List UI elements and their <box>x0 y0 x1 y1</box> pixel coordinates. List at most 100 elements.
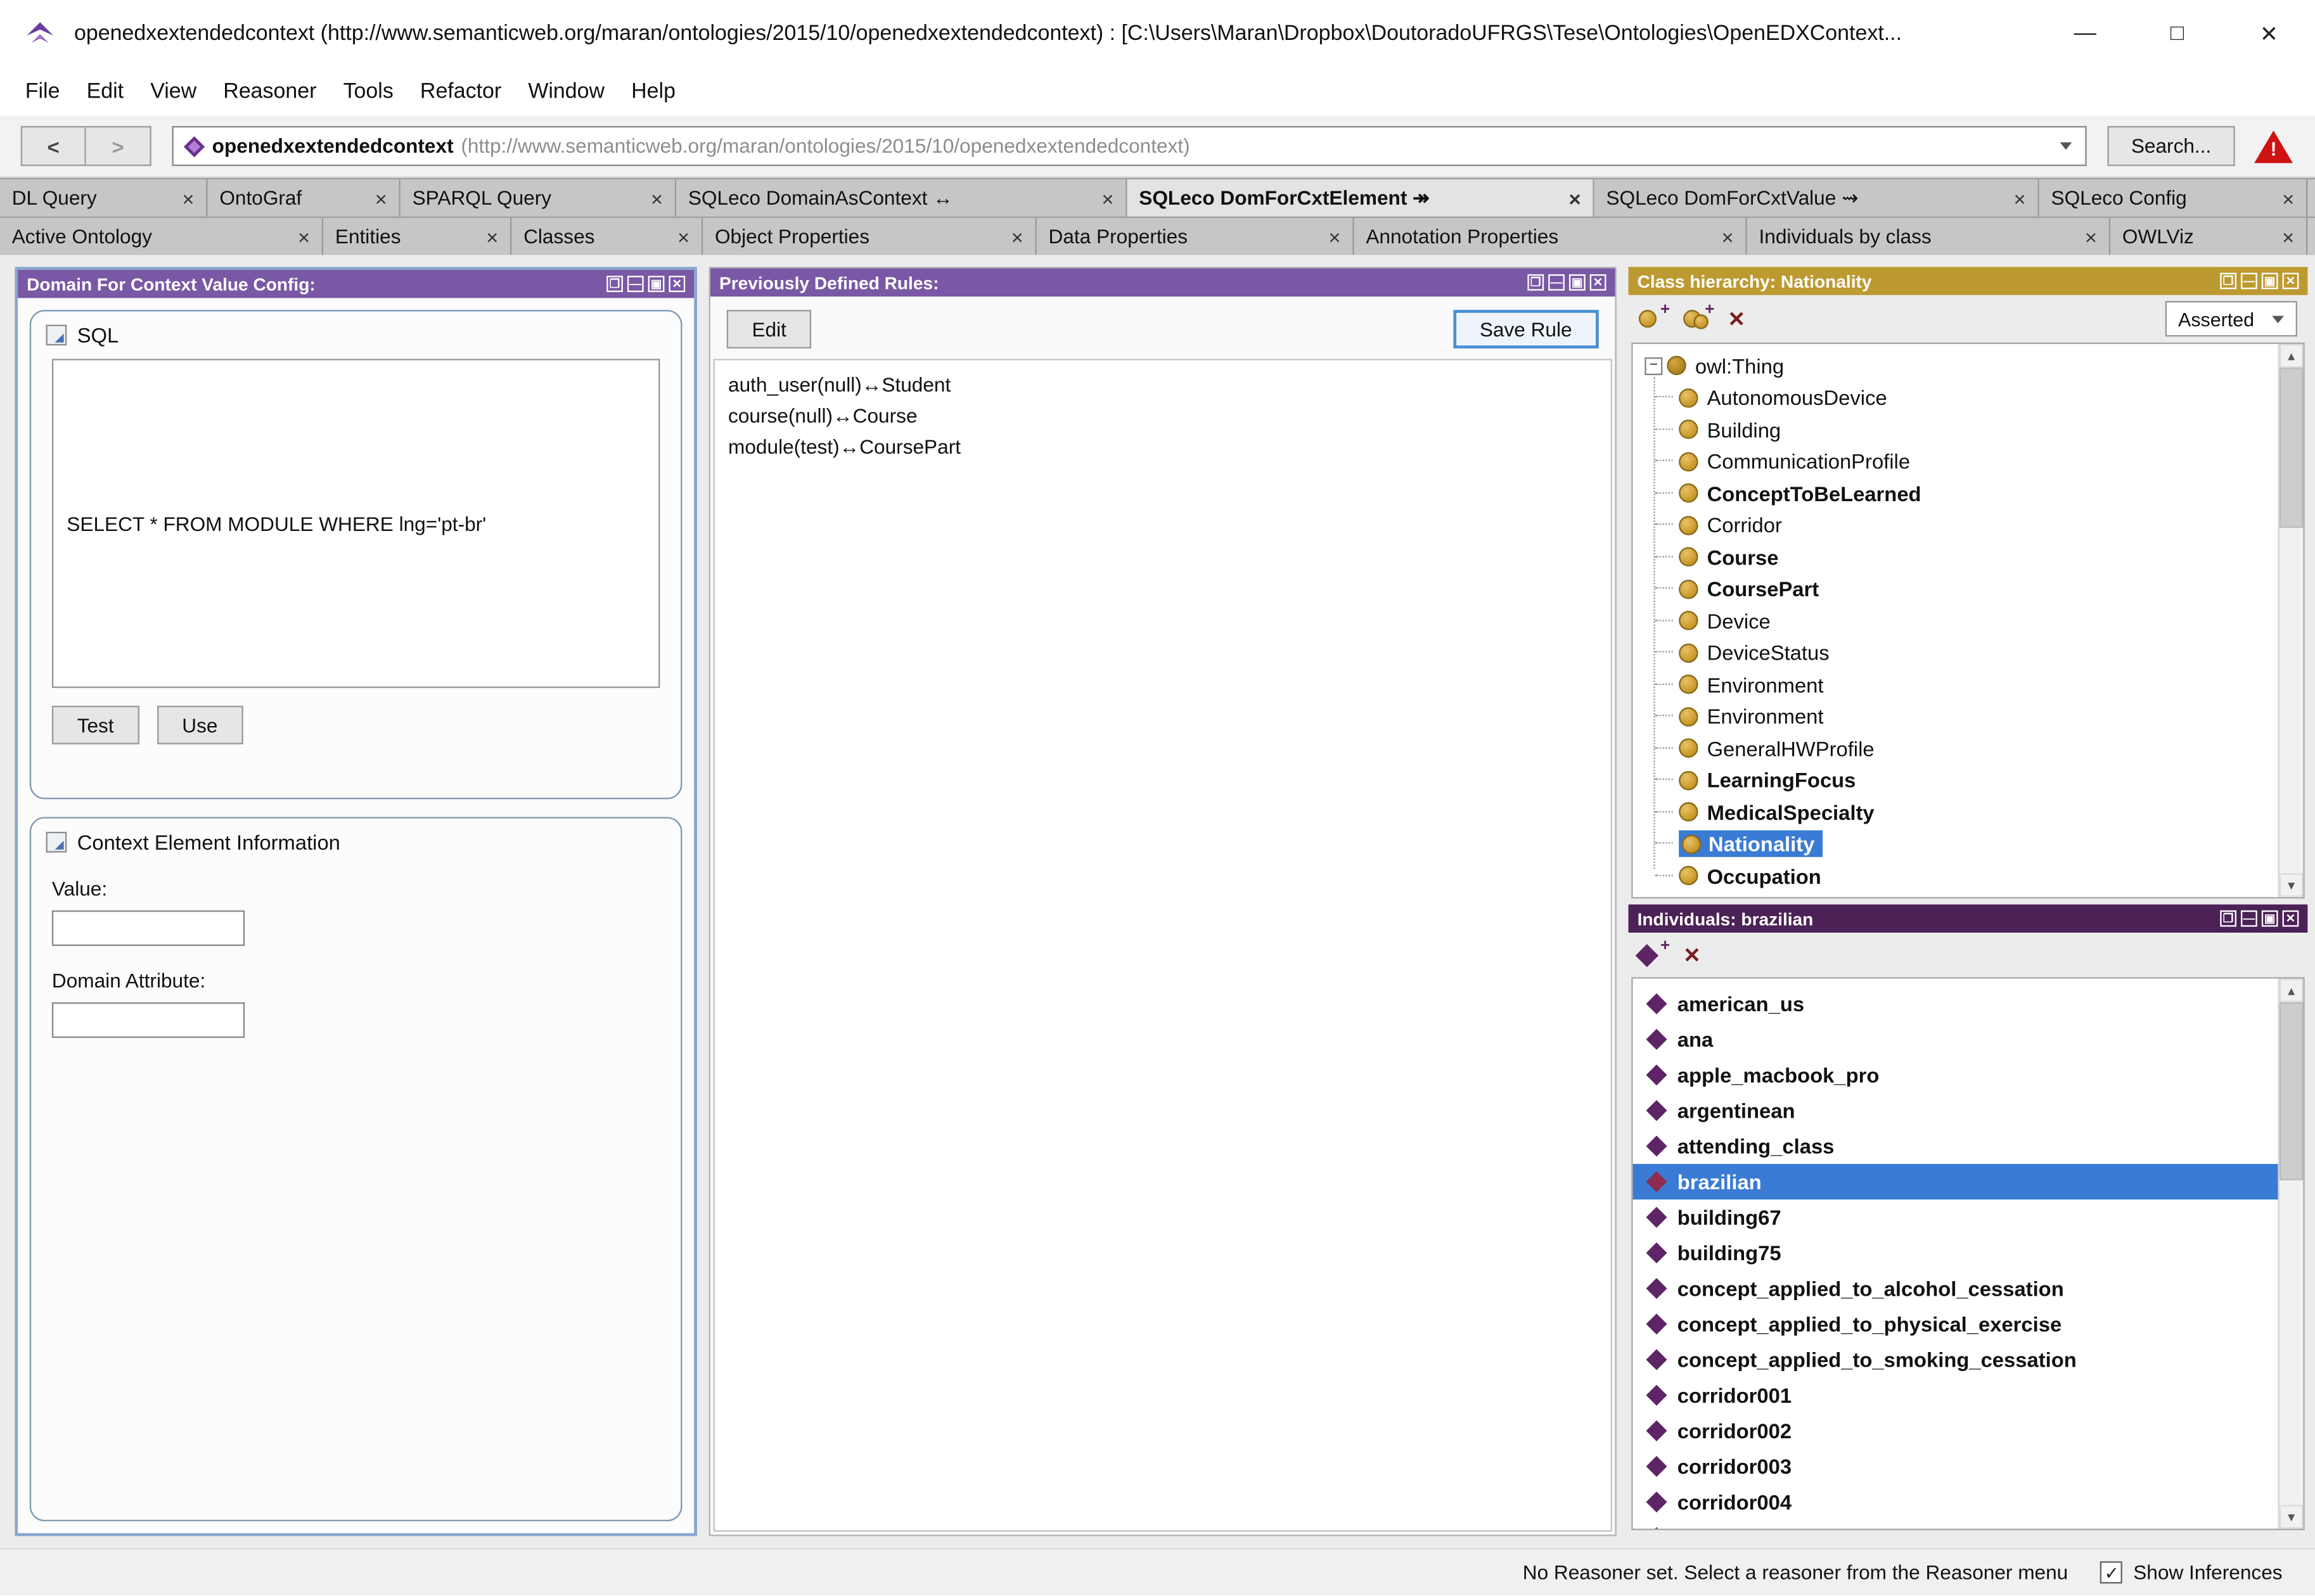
scroll-thumb[interactable] <box>2280 1002 2303 1180</box>
tree-row[interactable]: Building <box>1633 414 2278 445</box>
forward-button[interactable]: > <box>86 126 151 166</box>
tab-sqleco-config[interactable]: SQLeco Config× <box>2039 179 2308 217</box>
menu-view[interactable]: View <box>137 73 210 109</box>
close-view-icon[interactable]: ✕ <box>2283 910 2299 927</box>
tree-row[interactable]: Device <box>1633 605 2278 637</box>
tab-data-properties[interactable]: Data Properties× <box>1037 218 1354 255</box>
tab-entities[interactable]: Entities× <box>323 218 511 255</box>
maximize-view-icon[interactable]: ▣ <box>648 276 665 292</box>
tree-row[interactable]: DeviceStatus <box>1633 637 2278 668</box>
menu-reasoner[interactable]: Reasoner <box>210 73 330 109</box>
tab-sparql-query[interactable]: SPARQL Query× <box>401 179 676 217</box>
collapse-icon[interactable]: − <box>1645 357 1662 374</box>
individual-row-selected[interactable]: brazilian <box>1633 1164 2278 1199</box>
menu-refactor[interactable]: Refactor <box>407 73 515 109</box>
individual-row[interactable]: corridor001 <box>1633 1377 2278 1413</box>
tab-close-icon[interactable]: × <box>1101 186 1113 210</box>
scroll-down-icon[interactable]: ▼ <box>2280 1505 2303 1528</box>
split-view-icon[interactable]: — <box>2241 910 2257 927</box>
tree-row[interactable]: CommunicationProfile <box>1633 445 2278 477</box>
tree-row[interactable]: AutonomousDevice <box>1633 382 2278 414</box>
edit-button[interactable]: Edit <box>727 310 812 348</box>
tree-row[interactable]: Environment <box>1633 701 2278 732</box>
close-view-icon[interactable]: ✕ <box>2283 273 2299 290</box>
tab-sqleco-domforcxtvalue[interactable]: SQLeco DomForCxtValue ⇝× <box>1594 179 2039 217</box>
rule-item[interactable]: auth_user(null)↔Student <box>728 369 1597 400</box>
float-view-icon[interactable]: ❐ <box>2220 910 2236 927</box>
close-view-icon[interactable]: ✕ <box>669 276 685 292</box>
tab-close-icon[interactable]: × <box>1722 225 1734 248</box>
delete-individual-icon[interactable]: ✕ <box>1683 942 1700 967</box>
save-rule-button[interactable]: Save Rule <box>1453 310 1599 348</box>
asserted-dropdown[interactable]: Asserted <box>2165 301 2297 336</box>
use-button[interactable]: Use <box>157 706 243 744</box>
tab-close-icon[interactable]: × <box>298 225 310 248</box>
tab-close-icon[interactable]: × <box>375 186 387 210</box>
individual-row[interactable]: ana <box>1633 1021 2278 1057</box>
tree-row[interactable]: Occupation <box>1633 860 2278 891</box>
ontology-address-combo[interactable]: openedxextendedcontext (http://www.seman… <box>172 126 2086 166</box>
show-inferences-checkbox[interactable]: ✓ <box>2101 1561 2123 1583</box>
split-view-icon[interactable]: — <box>627 276 644 292</box>
value-input[interactable] <box>52 910 245 946</box>
scroll-thumb[interactable] <box>2280 367 2303 528</box>
test-button[interactable]: Test <box>52 706 139 744</box>
sql-query-textarea[interactable]: SELECT * FROM MODULE WHERE lng='pt-br' <box>52 359 660 688</box>
tab-ontograf[interactable]: OntoGraf× <box>208 179 401 217</box>
individual-row[interactable]: apple_macbook_pro <box>1633 1057 2278 1093</box>
tab-close-icon[interactable]: × <box>486 225 498 248</box>
selected-class[interactable]: Nationality <box>1679 831 1822 857</box>
tree-row[interactable]: CoursePart <box>1633 573 2278 604</box>
tree-row[interactable]: MedicalSpecialty <box>1633 796 2278 828</box>
delete-class-icon[interactable]: ✕ <box>1728 306 1745 331</box>
individual-row[interactable]: concept_applied_to_alcohol_cessation <box>1633 1271 2278 1306</box>
rules-list[interactable]: auth_user(null)↔Student course(null)↔Cou… <box>714 359 1612 1531</box>
float-view-icon[interactable]: ❐ <box>606 276 623 292</box>
individual-row[interactable]: corridor004 <box>1633 1484 2278 1520</box>
tab-individuals-by-class[interactable]: Individuals by class× <box>1747 218 2110 255</box>
split-view-icon[interactable]: — <box>2241 273 2257 290</box>
tab-close-icon[interactable]: × <box>2085 225 2097 248</box>
maximize-view-icon[interactable]: ▣ <box>1569 274 1586 291</box>
individual-row[interactable]: american_us <box>1633 986 2278 1021</box>
maximize-view-icon[interactable]: ▣ <box>2262 273 2278 290</box>
tab-sqleco-domforcxtelement[interactable]: SQLeco DomForCxtElement ↠× <box>1127 179 1594 217</box>
individual-row[interactable]: corridor005 <box>1633 1520 2278 1529</box>
float-view-icon[interactable]: ❐ <box>1527 274 1544 291</box>
menu-help[interactable]: Help <box>618 73 689 109</box>
individual-row[interactable]: concept_applied_to_physical_exercise <box>1633 1306 2278 1342</box>
menu-window[interactable]: Window <box>515 73 618 109</box>
tree-row-root[interactable]: − owl:Thing <box>1633 350 2278 381</box>
tree-row[interactable]: ConceptToBeLearned <box>1633 478 2278 509</box>
tree-row[interactable]: Environment <box>1633 668 2278 700</box>
close-button[interactable]: ✕ <box>2223 0 2315 67</box>
menu-file[interactable]: File <box>12 73 74 109</box>
tree-row-selected[interactable]: Nationality <box>1633 828 2278 860</box>
add-subclass-icon[interactable]: + <box>1639 305 1669 332</box>
tab-close-icon[interactable]: × <box>677 225 689 248</box>
maximize-button[interactable]: □ <box>2131 0 2223 67</box>
menu-edit[interactable]: Edit <box>74 73 138 109</box>
tab-close-icon[interactable]: × <box>2282 186 2294 210</box>
warning-icon[interactable]: ! <box>2253 127 2295 165</box>
individual-row[interactable]: argentinean <box>1633 1093 2278 1128</box>
individual-row[interactable]: concept_applied_to_smoking_cessation <box>1633 1342 2278 1377</box>
add-individual-icon[interactable]: + <box>1639 942 1669 968</box>
tab-close-icon[interactable]: × <box>2014 186 2026 210</box>
search-button[interactable]: Search... <box>2107 126 2235 166</box>
tab-active-ontology[interactable]: Active Ontology× <box>0 218 323 255</box>
individual-row[interactable]: building75 <box>1633 1235 2278 1270</box>
tree-row[interactable]: Corridor <box>1633 509 2278 541</box>
tree-row[interactable]: GeneralHWProfile <box>1633 732 2278 764</box>
tree-row[interactable]: LearningFocus <box>1633 764 2278 796</box>
minimize-button[interactable]: — <box>2039 0 2131 67</box>
tab-close-icon[interactable]: × <box>1568 186 1581 210</box>
add-sibling-class-icon[interactable]: + <box>1683 305 1713 332</box>
rule-item[interactable]: course(null)↔Course <box>728 400 1597 431</box>
tab-object-properties[interactable]: Object Properties× <box>703 218 1037 255</box>
individual-row[interactable]: attending_class <box>1633 1128 2278 1164</box>
close-view-icon[interactable]: ✕ <box>1590 274 1606 291</box>
tab-close-icon[interactable]: × <box>1011 225 1023 248</box>
tab-close-icon[interactable]: × <box>182 186 194 210</box>
tab-classes[interactable]: Classes× <box>511 218 703 255</box>
